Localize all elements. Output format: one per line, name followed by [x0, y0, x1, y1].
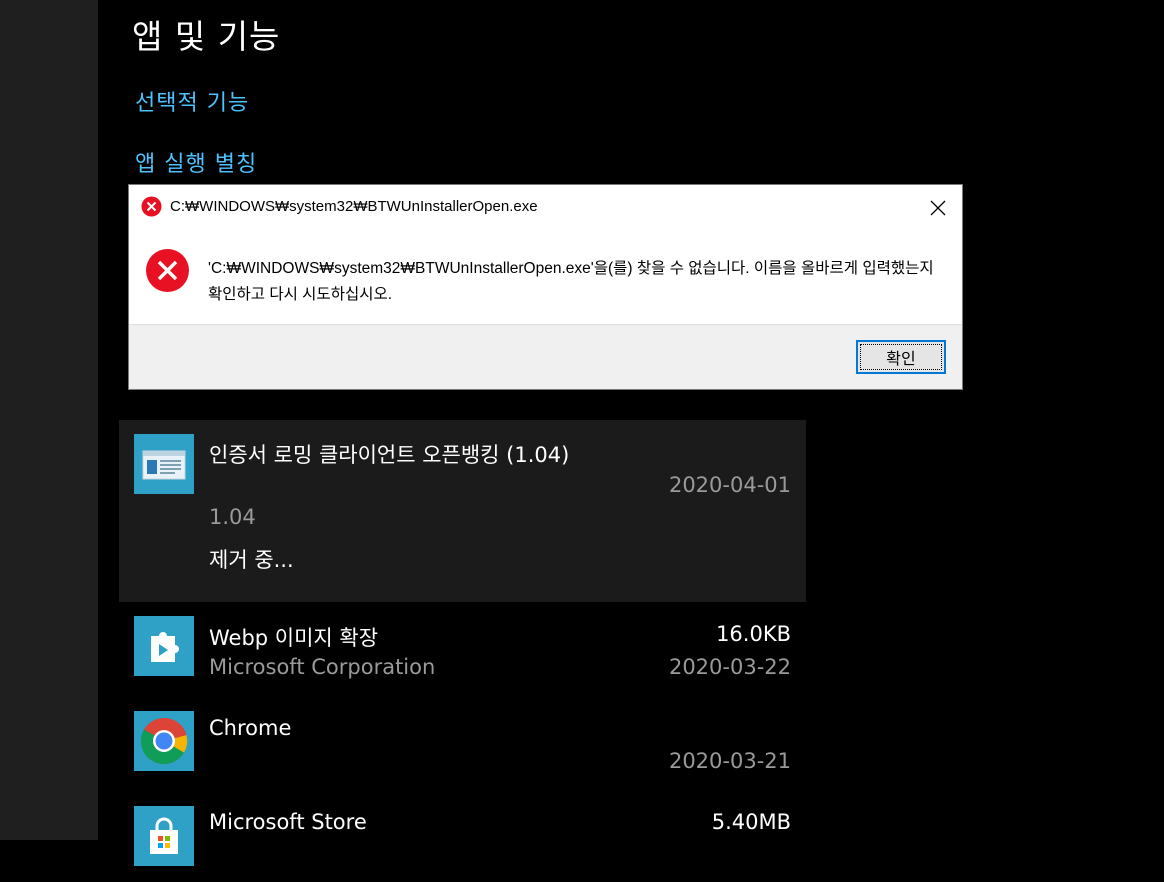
- app-size: 16.0KB: [716, 622, 791, 646]
- app-name: Chrome: [209, 716, 292, 740]
- app-item[interactable]: Chrome 2020-03-21: [119, 697, 806, 787]
- error-dialog: C:₩WINDOWS₩system32₩BTWUnInstallerOpen.e…: [128, 184, 963, 390]
- uninstall-status: 제거 중...: [209, 548, 294, 572]
- page-title: 앱 및 기능: [132, 17, 281, 56]
- error-icon: [141, 196, 162, 217]
- app-name: Webp 이미지 확장: [209, 626, 379, 650]
- dialog-message: 'C:₩WINDOWS₩system32₩BTWUnInstallerOpen.…: [208, 260, 934, 303]
- app-version: 1.04: [209, 505, 256, 529]
- app-name: Microsoft Store: [209, 810, 367, 834]
- optional-features-link[interactable]: 선택적 기능: [135, 85, 249, 117]
- app-execution-aliases-link[interactable]: 앱 실행 별칭: [135, 146, 257, 178]
- puzzle-play-icon: [134, 616, 194, 676]
- app-publisher: Microsoft Corporation: [209, 655, 436, 679]
- close-icon: [930, 200, 946, 216]
- store-bag-icon: [134, 806, 194, 866]
- app-date: 2020-04-01: [668, 473, 791, 497]
- navigation-pane: [0, 0, 98, 840]
- app-name: 인증서 로밍 클라이언트 오픈뱅킹 (1.04): [209, 443, 570, 467]
- app-date: 2020-03-22: [668, 655, 791, 679]
- error-icon: [145, 248, 190, 293]
- dialog-footer: 확인: [129, 324, 962, 389]
- dialog-title: C:₩WINDOWS₩system32₩BTWUnInstallerOpen.e…: [170, 198, 538, 215]
- app-item[interactable]: Microsoft Store 5.40MB: [119, 792, 806, 882]
- chrome-icon: [134, 711, 194, 771]
- app-item-selected[interactable]: 인증서 로밍 클라이언트 오픈뱅킹 (1.04) 2020-04-01 1.04…: [119, 420, 806, 602]
- dialog-titlebar[interactable]: C:₩WINDOWS₩system32₩BTWUnInstallerOpen.e…: [129, 185, 962, 230]
- app-size: 5.40MB: [711, 810, 791, 834]
- ok-button[interactable]: 확인: [856, 340, 946, 374]
- close-button[interactable]: [924, 194, 952, 222]
- app-date: 2020-03-21: [668, 749, 791, 773]
- window-app-icon: [134, 434, 194, 494]
- settings-main: 앱 및 기능 선택적 기능 앱 실행 별칭 인증서 로밍 클라이언트 오픈뱅킹 …: [98, 0, 1164, 866]
- app-item[interactable]: Webp 이미지 확장 Microsoft Corporation 16.0KB…: [119, 602, 806, 692]
